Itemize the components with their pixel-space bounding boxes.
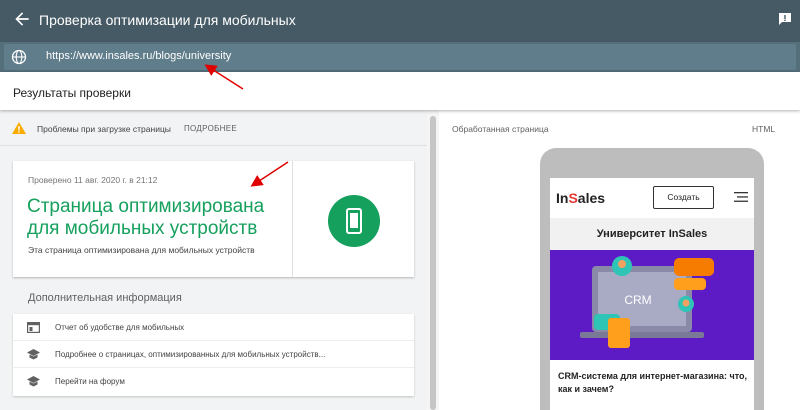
list-item-usability-report[interactable]: Отчет об удобстве для мобильных (13, 314, 414, 341)
warning-text: Проблемы при загрузке страницы (37, 124, 171, 134)
rendered-page-title: Обработанная страница (452, 124, 549, 134)
create-button[interactable]: Создать (653, 186, 714, 209)
verdict-subtitle: Эта страница оптимизирована для мобильны… (28, 245, 255, 255)
details-link[interactable]: ПОДРОБНЕЕ (184, 124, 237, 133)
list-item-label: Перейти на форум (55, 377, 125, 386)
warning-icon (12, 122, 26, 134)
site-logo: InSales (556, 190, 606, 206)
globe-icon (11, 49, 27, 65)
url-bar: https://www.insales.ru/blogs/university (0, 42, 800, 72)
feedback-icon[interactable] (778, 12, 792, 26)
additional-info-list: Отчет об удобстве для мобильных Подробне… (13, 314, 414, 396)
phone-mockup: InSales Создать Университет InSales CRM (540, 148, 764, 410)
article-title-link[interactable]: CRM-система для интернет-магазина: что, … (558, 370, 748, 396)
list-item-label: Отчет об удобстве для мобильных (55, 323, 185, 332)
school-icon (27, 349, 40, 360)
tab-html[interactable]: HTML (752, 124, 775, 134)
list-item-label: Подробнее о страницах, оптимизированных … (55, 350, 326, 359)
card-divider (292, 161, 293, 277)
rendered-page-panel: Обработанная страница HTML InSales Созда… (439, 110, 800, 410)
additional-info-heading: Дополнительная информация (28, 292, 182, 304)
results-panel: Проблемы при загрузке страницы ПОДРОБНЕЕ… (0, 110, 427, 410)
url-value: https://www.insales.ru/blogs/university (46, 50, 232, 62)
arrow-back-icon[interactable] (12, 9, 32, 29)
list-item-learn-more[interactable]: Подробнее о страницах, оптимизированных … (13, 341, 414, 368)
list-item-forum[interactable]: Перейти на форум (13, 368, 414, 395)
app-title: Проверка оптимизации для мобильных (39, 12, 296, 28)
report-icon (27, 322, 40, 333)
crm-illustration: CRM (580, 256, 714, 348)
results-title: Результаты проверки (13, 86, 131, 100)
verdict-title: Страница оптимизирована для мобильных ус… (27, 196, 265, 239)
verdict-card: Проверено 11 авг. 2020 г. в 21:12 Страни… (13, 161, 414, 277)
phone-screen: InSales Создать Университет InSales CRM (550, 178, 754, 410)
page-load-warning: Проблемы при загрузке страницы ПОДРОБНЕЕ (0, 110, 427, 146)
results-header: Результаты проверки (0, 72, 800, 110)
menu-icon[interactable] (734, 192, 748, 202)
url-input[interactable]: https://www.insales.ru/blogs/university (4, 44, 796, 70)
scrollbar-thumb[interactable] (430, 116, 436, 410)
site-banner: CRM (550, 250, 754, 360)
mobile-friendly-badge (328, 195, 380, 247)
school-icon (27, 376, 40, 387)
site-hero-title: Университет InSales (596, 228, 708, 240)
app-header: Проверка оптимизации для мобильных (0, 0, 800, 42)
smartphone-screen (350, 213, 358, 228)
banner-crm-label: CRM (624, 293, 651, 307)
test-date: Проверено 11 авг. 2020 г. в 21:12 (28, 175, 158, 185)
